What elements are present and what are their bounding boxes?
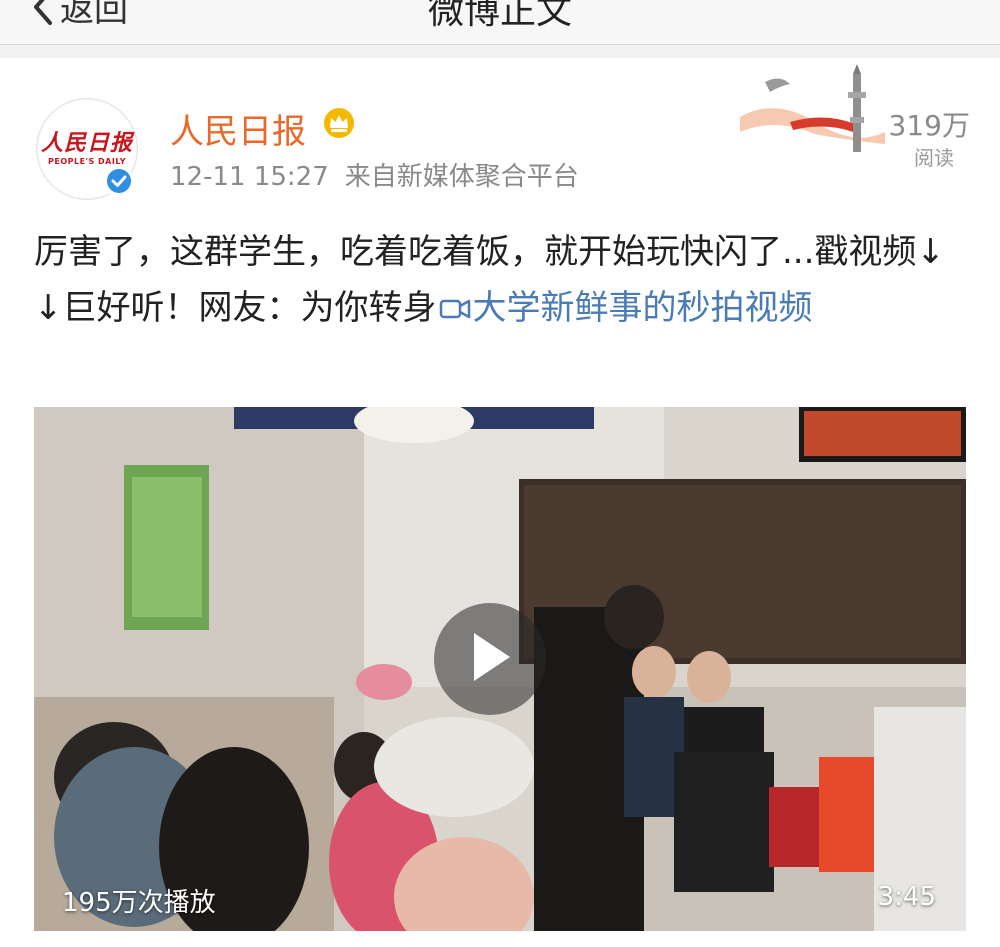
avatar-logo-text: 人民日报: [40, 130, 133, 156]
video-duration: 3:45: [877, 882, 936, 912]
video-camera-icon: [439, 283, 471, 339]
post-body: 厉害了，这群学生，吃着吃着饭，就开始玩快闪了...戳视频↓↓巨好听！网友：为你转…: [34, 224, 969, 339]
post-source: 来自新媒体聚合平台: [344, 162, 579, 192]
read-label: 阅读: [914, 146, 954, 170]
play-count: 195万次播放: [62, 888, 216, 918]
festive-decoration: [735, 62, 895, 172]
video-link[interactable]: 大学新鲜事的秒拍视频: [473, 288, 813, 328]
avatar-logo-subtext: PEOPLE'S DAILY: [47, 157, 126, 166]
post-time: 12-11 15:27: [170, 162, 329, 192]
verified-check-icon: [104, 166, 134, 196]
read-count: 319万: [888, 109, 970, 142]
crown-badge-icon[interactable]: [322, 106, 356, 144]
author-name[interactable]: 人民日报: [170, 104, 306, 153]
play-icon: [466, 629, 514, 689]
top-nav-bar: 返回 微博正文: [0, 0, 1000, 45]
weibo-post-card: 人民日报 PEOPLE'S DAILY 人民日报 12-11 15:27 来自新媒…: [0, 58, 1000, 947]
play-button[interactable]: [434, 603, 546, 715]
video-player[interactable]: 195万次播放 3:45: [34, 407, 966, 931]
post-meta: 12-11 15:27 来自新媒体聚合平台: [170, 156, 579, 193]
page-title: 微博正文: [427, 0, 572, 32]
